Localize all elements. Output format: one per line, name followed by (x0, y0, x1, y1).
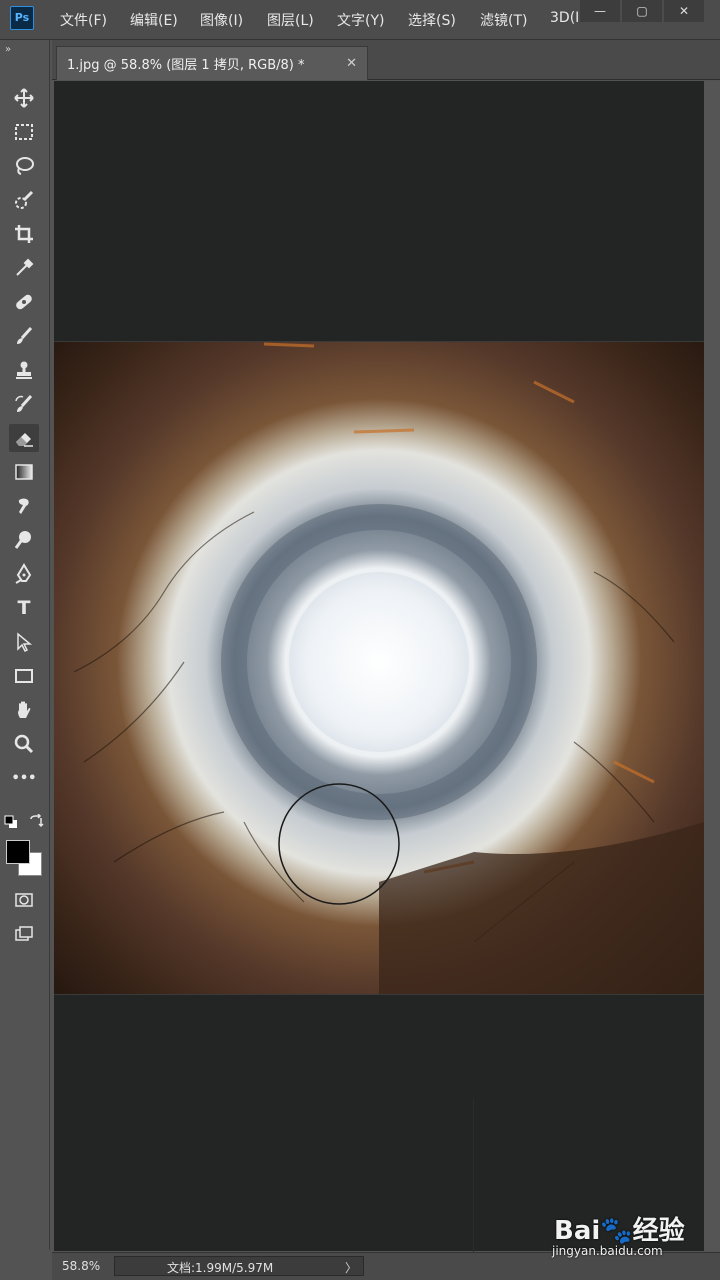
menu-filter[interactable]: 滤镜(T) (480, 10, 527, 30)
history-brush-tool[interactable] (9, 390, 39, 418)
stamp-icon (16, 361, 32, 379)
document-tab-title: 1.jpg @ 58.8% (图层 1 拷贝, RGB/8) * (67, 58, 305, 73)
crop-tool[interactable] (9, 220, 39, 248)
screen-mode-button[interactable] (9, 920, 39, 948)
menu-edit[interactable]: 编辑(E) (130, 10, 178, 30)
close-window-button[interactable]: ✕ (664, 0, 704, 22)
zoom-level[interactable]: 58.8% (62, 1259, 100, 1273)
toolbox: » T ••• (0, 40, 50, 1250)
tiny-planet-photo (54, 342, 704, 994)
document-tab-bar: 1.jpg @ 58.8% (图层 1 拷贝, RGB/8) * ✕ (52, 40, 720, 80)
move-icon (14, 88, 34, 108)
more-tools-button[interactable]: ••• (9, 764, 39, 792)
canvas-workspace[interactable] (54, 81, 704, 1280)
brush-tool[interactable] (9, 322, 39, 350)
pen-tool[interactable] (9, 560, 39, 588)
ellipsis-icon: ••• (11, 770, 37, 786)
move-tool[interactable] (9, 84, 39, 112)
close-tab-icon[interactable]: ✕ (346, 56, 357, 71)
clone-stamp-tool[interactable] (9, 356, 39, 384)
bandage-icon (16, 294, 32, 310)
hand-tool[interactable] (9, 696, 39, 724)
baidu-logo: Bai🐾经验 (554, 1216, 685, 1246)
path-selection-tool[interactable] (9, 628, 39, 656)
photoshop-logo-icon: Ps (10, 6, 34, 30)
dodge-icon (14, 531, 31, 549)
minimize-button[interactable]: — (580, 0, 620, 22)
zoom-tool[interactable] (9, 730, 39, 758)
gradient-icon (15, 464, 33, 480)
quick-mask-button[interactable] (9, 886, 39, 914)
menu-type[interactable]: 文字(Y) (337, 10, 384, 30)
menu-file[interactable]: 文件(F) (60, 10, 107, 30)
crop-icon (15, 225, 33, 243)
right-panel-edge (704, 81, 720, 1251)
menu-bar: Ps 文件(F) 编辑(E) 图像(I) 图层(L) 文字(Y) 选择(S) 滤… (0, 0, 720, 40)
watermark-url: jingyan.baidu.com (552, 1244, 663, 1258)
type-tool[interactable]: T (9, 594, 39, 622)
foreground-color-swatch[interactable] (6, 840, 30, 864)
rectangle-icon (15, 669, 33, 683)
collapse-icon[interactable]: » (5, 44, 11, 55)
document-tab[interactable]: 1.jpg @ 58.8% (图层 1 拷贝, RGB/8) * ✕ (56, 46, 368, 80)
quick-selection-icon (15, 190, 34, 209)
rectangle-tool[interactable] (9, 662, 39, 690)
lasso-icon (16, 157, 34, 175)
eyedropper-icon (16, 258, 34, 276)
maximize-button[interactable]: ▢ (622, 0, 662, 22)
default-colors-icon[interactable] (4, 814, 18, 828)
document-size: 文档:1.99M/5.97M (167, 1261, 274, 1275)
marquee-tool[interactable] (9, 118, 39, 146)
swap-colors-icon[interactable] (28, 813, 44, 830)
menu-select[interactable]: 选择(S) (408, 10, 456, 30)
magnifier-icon (14, 734, 34, 754)
doc-info-box[interactable]: 文档:1.99M/5.97M 〉 (114, 1256, 364, 1276)
hand-icon (18, 701, 31, 718)
screen-mode-icon (15, 926, 33, 941)
gradient-tool[interactable] (9, 458, 39, 486)
eraser-icon (16, 433, 33, 447)
blur-tool[interactable] (9, 492, 39, 520)
menu-image[interactable]: 图像(I) (200, 10, 243, 30)
marquee-icon (15, 124, 33, 140)
menu-3d[interactable]: 3D(I (550, 10, 579, 26)
pen-icon (15, 563, 32, 584)
status-menu-arrow-icon[interactable]: 〉 (345, 1259, 357, 1276)
brush-icon (17, 326, 33, 344)
menu-layer[interactable]: 图层(L) (267, 10, 314, 30)
quick-selection-tool[interactable] (9, 186, 39, 214)
eyedropper-tool[interactable] (9, 254, 39, 282)
text-icon: T (17, 597, 31, 619)
quick-mask-icon (15, 893, 33, 907)
healing-brush-tool[interactable] (9, 288, 39, 316)
smudge-icon (18, 498, 29, 514)
eraser-tool[interactable] (9, 424, 39, 452)
lasso-tool[interactable] (9, 152, 39, 180)
dodge-tool[interactable] (9, 526, 39, 554)
baidu-jingyan-watermark: Bai🐾经验 jingyan.baidu.com (548, 1210, 688, 1260)
history-brush-icon (15, 394, 33, 412)
document-image[interactable] (54, 341, 704, 995)
arrow-pointer-icon (17, 632, 33, 653)
